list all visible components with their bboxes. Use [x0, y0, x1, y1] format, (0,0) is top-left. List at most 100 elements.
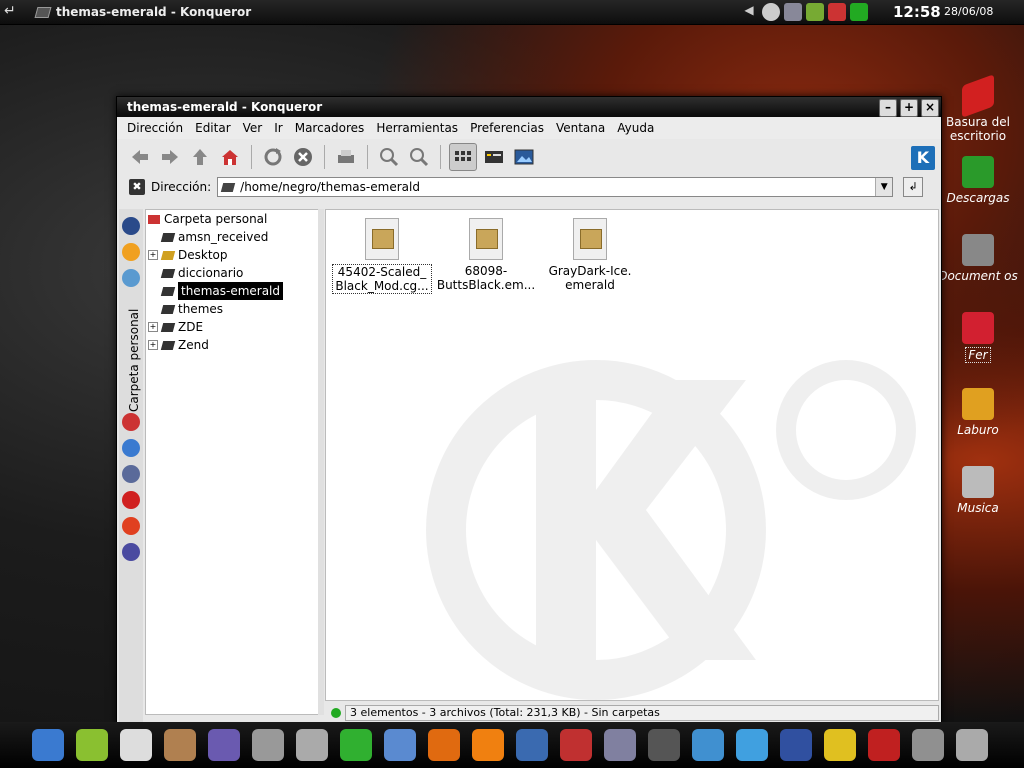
devices-icon[interactable] [122, 543, 140, 561]
tree-item-themes[interactable]: themes [160, 300, 223, 318]
config-icon[interactable] [604, 729, 636, 761]
messenger-icon[interactable] [736, 729, 768, 761]
tree-item-amsn-received[interactable]: amsn_received [160, 228, 268, 246]
notes-icon[interactable] [252, 729, 284, 761]
reload-button[interactable] [260, 144, 286, 170]
location-input[interactable]: /home/negro/themas-emerald ▼ [217, 177, 894, 197]
home-tab-icon[interactable] [122, 413, 140, 431]
menu-ventana[interactable]: Ventana [550, 121, 611, 135]
rabbit-icon[interactable] [164, 729, 196, 761]
menu-herramientas[interactable]: Herramientas [370, 121, 464, 135]
tree-item-desktop[interactable]: + Desktop [148, 246, 228, 264]
clock-app-icon[interactable] [762, 3, 780, 21]
expand-icon[interactable]: + [148, 250, 158, 260]
maximize-button[interactable]: + [900, 99, 918, 117]
kde-menu-icon[interactable] [32, 729, 64, 761]
tab-carpeta-personal[interactable]: Carpeta personal [122, 309, 141, 413]
scanner-icon[interactable] [296, 729, 328, 761]
globe-icon[interactable] [780, 729, 812, 761]
close-button[interactable]: × [921, 99, 939, 117]
root-folder-icon[interactable] [122, 491, 140, 509]
tree-item-zde[interactable]: + ZDE [148, 318, 203, 336]
clock[interactable]: 12:58 [893, 3, 941, 21]
desktop-icon-descargas[interactable]: Descargas [938, 156, 1018, 205]
user-icon[interactable] [76, 729, 108, 761]
terminal-monitor-icon[interactable] [208, 729, 240, 761]
forward-button[interactable] [157, 144, 183, 170]
icon-view-button[interactable] [449, 143, 477, 171]
bookmarks-globe-icon[interactable] [122, 217, 140, 235]
up-button[interactable] [187, 144, 213, 170]
tree-item-carpeta-personal[interactable]: Carpeta personal [148, 210, 267, 228]
network-folder-icon[interactable] [122, 517, 140, 535]
tree-item-themas-emerald[interactable]: themas-emerald [160, 282, 284, 300]
history-icon[interactable] [122, 269, 140, 287]
main-toolbar: K [117, 139, 941, 175]
tree-item-diccionario[interactable]: diccionario [160, 264, 243, 282]
zoom-in-button[interactable] [376, 144, 402, 170]
home-icon[interactable] [560, 729, 592, 761]
firefox-icon[interactable] [428, 729, 460, 761]
folder-icon [160, 340, 176, 350]
desktop-icon-label: Basura del escritorio [946, 115, 1010, 143]
system-tray: ◀ [740, 2, 868, 22]
toolbar-separator [251, 145, 252, 169]
desktop-icon-trash[interactable]: Basura del escritorio [938, 74, 1018, 143]
work-folder-icon [962, 388, 994, 420]
back-button[interactable] [127, 144, 153, 170]
desktop-icon-musica[interactable]: Musica [938, 466, 1018, 515]
toolbar-separator [324, 145, 325, 169]
green-ball-icon[interactable] [340, 729, 372, 761]
panel-splitter[interactable] [318, 209, 324, 715]
brush-icon[interactable] [912, 729, 944, 761]
image-viewer-icon[interactable] [692, 729, 724, 761]
chevron-down-icon[interactable]: ▼ [875, 178, 893, 196]
expand-icon[interactable]: + [148, 340, 158, 350]
services-icon[interactable] [122, 465, 140, 483]
menu-marcadores[interactable]: Marcadores [289, 121, 371, 135]
stats-icon[interactable] [868, 729, 900, 761]
clear-location-button[interactable]: ✖ [129, 179, 145, 195]
terminal-icon[interactable] [648, 729, 680, 761]
chat-icon[interactable] [824, 729, 856, 761]
chart-monitor-icon[interactable] [850, 3, 868, 21]
preview-button[interactable] [511, 144, 537, 170]
detail-view-button[interactable] [481, 144, 507, 170]
klipper-icon[interactable] [828, 3, 846, 21]
desktop-icon-documentos[interactable]: Document os [938, 234, 1018, 283]
vlc-icon[interactable] [472, 729, 504, 761]
tree-item-zend[interactable]: + Zend [148, 336, 209, 354]
zoom-out-button[interactable] [406, 144, 432, 170]
print-button[interactable] [333, 144, 359, 170]
arrow-left-icon[interactable]: ◀ [740, 3, 758, 21]
thunderbird-icon[interactable] [516, 729, 548, 761]
user-status-icon[interactable] [806, 3, 824, 21]
editor-icon[interactable] [384, 729, 416, 761]
menu-direccion[interactable]: Dirección [121, 121, 189, 135]
minimize-button[interactable]: – [879, 99, 897, 117]
desktop-icon-fer[interactable]: Fer [938, 312, 1018, 363]
menu-editar[interactable]: Editar [189, 121, 237, 135]
file-item[interactable]: GrayDark-Ice. emerald [540, 218, 640, 292]
status-led-icon [331, 708, 341, 718]
file-item[interactable]: 45402-Scaled_ Black_Mod.cg... [332, 218, 432, 294]
go-button[interactable]: ↲ [903, 177, 924, 197]
expand-icon[interactable]: + [148, 322, 158, 332]
file-item[interactable]: 68098- ButtsBlack.em... [436, 218, 536, 292]
menu-preferencias[interactable]: Preferencias [464, 121, 550, 135]
panel-menu-icon[interactable]: ↵ [4, 3, 22, 21]
stop-button[interactable] [290, 144, 316, 170]
menu-ver[interactable]: Ver [237, 121, 269, 135]
trash-icon[interactable] [956, 729, 988, 761]
taskbar-task[interactable]: themas-emerald - Konqueror [34, 3, 251, 21]
star-icon[interactable] [122, 243, 140, 261]
amarok-icon[interactable] [120, 729, 152, 761]
desktop-icon-laburo[interactable]: Laburo [938, 388, 1018, 437]
media-icon[interactable] [122, 439, 140, 457]
home-button[interactable] [217, 144, 243, 170]
menu-ayuda[interactable]: Ayuda [611, 121, 660, 135]
heart-folder-icon [962, 312, 994, 344]
network-icon[interactable] [784, 3, 802, 21]
window-titlebar[interactable]: themas-emerald - Konqueror – + × [117, 97, 941, 117]
menu-ir[interactable]: Ir [268, 121, 288, 135]
